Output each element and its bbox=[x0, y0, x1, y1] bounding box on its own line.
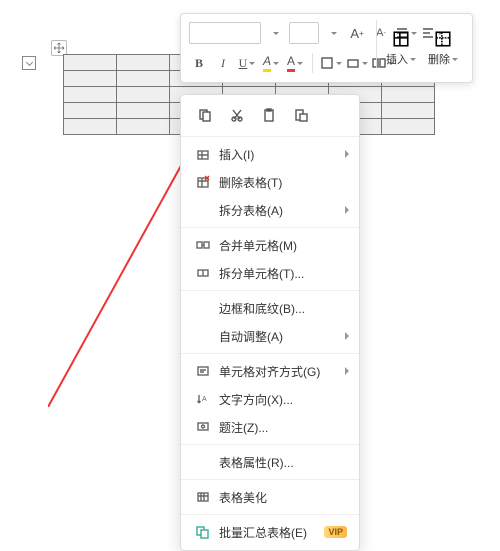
menu-insert[interactable]: 插入(I) bbox=[181, 140, 359, 168]
insert-icon bbox=[392, 29, 410, 49]
font-size-dropdown[interactable] bbox=[323, 22, 343, 44]
insert-row-icon bbox=[193, 147, 213, 161]
highlight-button[interactable]: A bbox=[261, 52, 281, 74]
beautify-icon bbox=[193, 490, 213, 504]
paste-special-icon[interactable] bbox=[291, 105, 311, 125]
caption-icon bbox=[193, 420, 213, 434]
merge-cells-icon bbox=[193, 238, 213, 252]
font-family-dropdown[interactable] bbox=[265, 22, 285, 44]
mini-toolbar: A+ A- B I U A A 插入 删除 bbox=[180, 13, 473, 83]
bold-button[interactable]: B bbox=[189, 52, 209, 74]
paste-icon[interactable] bbox=[259, 105, 279, 125]
font-color-button[interactable]: A bbox=[285, 52, 305, 74]
menu-borders-shading[interactable]: 边框和底纹(B)... bbox=[181, 294, 359, 322]
table-context-menu: 插入(I) 删除表格(T) 拆分表格(A) 合并单元格(M) 拆分单元格(T).… bbox=[180, 94, 360, 551]
delete-table-icon bbox=[193, 175, 213, 189]
batch-icon bbox=[193, 525, 213, 539]
menu-autofit[interactable]: 自动调整(A) bbox=[181, 322, 359, 350]
font-family-input[interactable] bbox=[189, 22, 261, 44]
vip-badge: VIP bbox=[324, 526, 347, 538]
italic-button[interactable]: I bbox=[213, 52, 233, 74]
cell-align-icon bbox=[193, 364, 213, 378]
menu-cell-alignment[interactable]: 单元格对齐方式(G) bbox=[181, 357, 359, 385]
shape-button[interactable] bbox=[346, 52, 368, 74]
menu-split-cells[interactable]: 拆分单元格(T)... bbox=[181, 259, 359, 287]
text-direction-icon: A bbox=[193, 392, 213, 406]
menu-table-properties[interactable]: 表格属性(R)... bbox=[181, 448, 359, 476]
menu-merge-cells[interactable]: 合并单元格(M) bbox=[181, 231, 359, 259]
cut-icon[interactable] bbox=[227, 105, 247, 125]
split-cells-icon bbox=[193, 266, 213, 280]
border-button[interactable] bbox=[320, 52, 342, 74]
delete-button[interactable]: 删除 bbox=[422, 20, 464, 76]
underline-button[interactable]: U bbox=[237, 52, 257, 74]
menu-split-table[interactable]: 拆分表格(A) bbox=[181, 196, 359, 224]
menu-text-direction[interactable]: A 文字方向(X)... bbox=[181, 385, 359, 413]
page-margin-icon[interactable] bbox=[22, 56, 36, 70]
menu-delete-table[interactable]: 删除表格(T) bbox=[181, 168, 359, 196]
font-size-input[interactable] bbox=[289, 22, 319, 44]
insert-button[interactable]: 插入 bbox=[380, 20, 422, 76]
menu-batch-summary[interactable]: 批量汇总表格(E) VIP bbox=[181, 518, 359, 546]
increase-font-button[interactable]: A+ bbox=[347, 22, 367, 44]
delete-icon bbox=[434, 29, 452, 49]
menu-caption[interactable]: 题注(Z)... bbox=[181, 413, 359, 441]
menu-table-beautify[interactable]: 表格美化 bbox=[181, 483, 359, 511]
svg-text:A: A bbox=[202, 396, 207, 403]
copy-icon[interactable] bbox=[195, 105, 215, 125]
